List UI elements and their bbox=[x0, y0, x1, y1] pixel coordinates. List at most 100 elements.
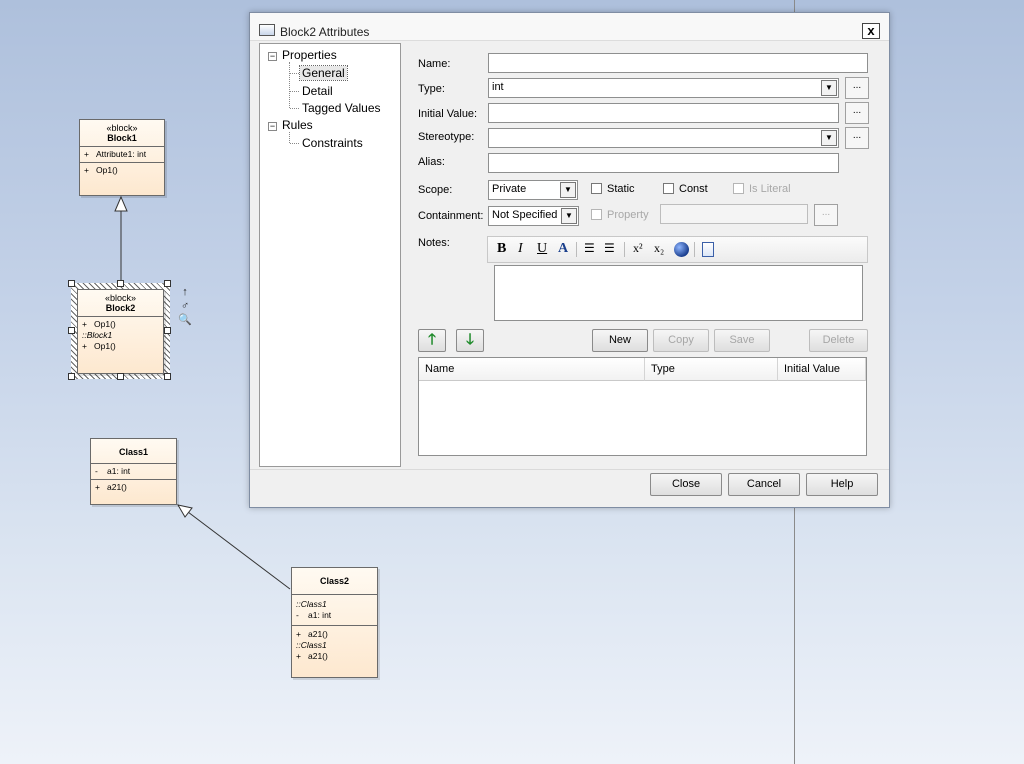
checkbox-box[interactable] bbox=[733, 183, 744, 194]
bullets-button[interactable]: ☰ bbox=[584, 241, 595, 259]
notes-textarea[interactable] bbox=[494, 265, 863, 321]
tree-guide-line bbox=[290, 143, 299, 144]
class2-inherited-from: ::Class1 bbox=[296, 599, 327, 609]
resize-handle-w[interactable] bbox=[68, 327, 75, 334]
visibility-marker: + bbox=[95, 482, 100, 492]
chevron-down-icon[interactable]: ▼ bbox=[560, 182, 576, 198]
property-label: Property bbox=[607, 209, 649, 221]
checkbox-box[interactable] bbox=[663, 183, 674, 194]
move-up-button[interactable]: 🡑 bbox=[418, 329, 446, 352]
dialog-close-icon[interactable]: x bbox=[862, 23, 880, 39]
static-label: Static bbox=[607, 183, 635, 195]
type-select[interactable]: int ▼ bbox=[488, 78, 839, 98]
dialog-titlebar[interactable]: Block2 Attributes x bbox=[250, 13, 889, 41]
delete-button[interactable]: Delete bbox=[809, 329, 868, 352]
copy-button[interactable]: Copy bbox=[653, 329, 709, 352]
column-header-type[interactable]: Type bbox=[645, 358, 778, 381]
alias-input[interactable] bbox=[488, 153, 839, 173]
underline-button[interactable]: U bbox=[537, 241, 547, 259]
hyperlink-globe-icon[interactable] bbox=[674, 242, 689, 257]
stereotype-select[interactable]: ▼ bbox=[488, 128, 839, 148]
subscript-button[interactable]: x₂ bbox=[654, 241, 664, 259]
tree-item-tagged-values[interactable]: Tagged Values bbox=[302, 101, 381, 115]
block2-inherited-operation: Op1() bbox=[94, 341, 116, 351]
const-label: Const bbox=[679, 183, 708, 195]
stereotype-browse-button[interactable]: ... bbox=[845, 127, 869, 149]
close-button[interactable]: Close bbox=[650, 473, 722, 496]
move-down-button[interactable]: 🡓 bbox=[456, 329, 484, 352]
tree-item-detail[interactable]: Detail bbox=[302, 84, 333, 98]
type-browse-button[interactable]: ... bbox=[845, 77, 869, 99]
save-button[interactable]: Save bbox=[714, 329, 770, 352]
help-button[interactable]: Help bbox=[806, 473, 878, 496]
class1-attribute: a1: int bbox=[107, 466, 131, 476]
class2-inherited-from: ::Class1 bbox=[296, 640, 327, 650]
const-checkbox[interactable]: Const bbox=[663, 183, 708, 195]
chevron-down-icon[interactable]: ▼ bbox=[821, 80, 837, 96]
quick-linker-icon[interactable]: ↑ bbox=[177, 285, 193, 299]
zoom-icon[interactable]: 🔍 bbox=[177, 313, 193, 327]
class1-attributes: - a1: int bbox=[91, 464, 176, 480]
visibility-marker: + bbox=[296, 651, 301, 661]
class2-header: Class2 bbox=[292, 568, 377, 595]
bold-button[interactable]: B bbox=[497, 241, 506, 259]
visibility-marker: + bbox=[296, 629, 301, 639]
attributes-dialog: Block2 Attributes x − Properties General… bbox=[249, 12, 890, 508]
attributes-list[interactable]: Name Type Initial Value bbox=[418, 357, 867, 456]
class1-name: Class1 bbox=[118, 447, 149, 457]
toolbar-separator bbox=[624, 242, 625, 257]
dialog-window-icon bbox=[259, 24, 275, 36]
toolbar-separator bbox=[576, 242, 577, 257]
font-color-button[interactable]: A bbox=[558, 241, 568, 259]
block1-header: «block» Block1 bbox=[80, 120, 164, 147]
resize-handle-e[interactable] bbox=[164, 327, 171, 334]
column-header-initial-value[interactable]: Initial Value bbox=[778, 358, 866, 381]
block1-stereotype: «block» bbox=[106, 123, 138, 133]
is-literal-checkbox[interactable]: Is Literal bbox=[733, 183, 791, 195]
block2-element[interactable]: «block» Block2 + Op1() ::Block1 + Op1() bbox=[77, 289, 164, 374]
block2-header: «block» Block2 bbox=[78, 290, 163, 317]
tree-item-general[interactable]: General bbox=[299, 65, 348, 81]
superscript-button[interactable]: x² bbox=[633, 241, 643, 259]
collapse-properties-icon[interactable]: − bbox=[268, 52, 277, 61]
initial-value-input[interactable] bbox=[488, 103, 839, 123]
containment-select[interactable]: Not Specified ▼ bbox=[488, 206, 579, 226]
link-icon[interactable]: ♂ bbox=[177, 299, 193, 313]
column-header-name[interactable]: Name bbox=[419, 358, 645, 381]
visibility-marker: - bbox=[95, 466, 98, 476]
tree-guide-line bbox=[290, 73, 299, 74]
class2-element[interactable]: Class2 ::Class1 - a1: int + a21() ::Class1… bbox=[291, 567, 378, 678]
checkbox-box[interactable] bbox=[591, 209, 602, 220]
tree-item-constraints[interactable]: Constraints bbox=[302, 136, 363, 150]
class1-element[interactable]: Class1 - a1: int + a21() bbox=[90, 438, 177, 505]
italic-button[interactable]: I bbox=[518, 241, 523, 259]
new-button[interactable]: New bbox=[592, 329, 648, 352]
property-checkbox[interactable]: Property bbox=[591, 209, 649, 221]
block1-attribute: Attribute1: int bbox=[96, 149, 147, 159]
insert-document-icon[interactable] bbox=[702, 242, 714, 257]
numbering-button[interactable]: ☰ bbox=[604, 241, 615, 259]
block1-element[interactable]: «block» Block1 + Attribute1: int + Op1() bbox=[79, 119, 165, 196]
resize-handle-s[interactable] bbox=[117, 373, 124, 380]
resize-handle-n[interactable] bbox=[117, 280, 124, 287]
resize-handle-sw[interactable] bbox=[68, 373, 75, 380]
visibility-marker: + bbox=[84, 149, 89, 159]
chevron-down-icon[interactable]: ▼ bbox=[561, 208, 577, 224]
resize-handle-nw[interactable] bbox=[68, 280, 75, 287]
cancel-button[interactable]: Cancel bbox=[728, 473, 800, 496]
containment-value: Not Specified bbox=[492, 209, 558, 221]
initial-value-browse-button[interactable]: ... bbox=[845, 102, 869, 124]
static-checkbox[interactable]: Static bbox=[591, 183, 635, 195]
resize-handle-se[interactable] bbox=[164, 373, 171, 380]
collapse-rules-icon[interactable]: − bbox=[268, 122, 277, 131]
name-input[interactable] bbox=[488, 53, 868, 73]
property-browse-button[interactable]: ... bbox=[814, 204, 838, 226]
tree-item-properties[interactable]: Properties bbox=[282, 48, 337, 62]
resize-handle-ne[interactable] bbox=[164, 280, 171, 287]
class1-operation: a21() bbox=[107, 482, 127, 492]
scope-select[interactable]: Private ▼ bbox=[488, 180, 578, 200]
tree-item-rules[interactable]: Rules bbox=[282, 118, 313, 132]
class1-operations: + a21() bbox=[91, 480, 176, 495]
checkbox-box[interactable] bbox=[591, 183, 602, 194]
chevron-down-icon[interactable]: ▼ bbox=[821, 130, 837, 146]
